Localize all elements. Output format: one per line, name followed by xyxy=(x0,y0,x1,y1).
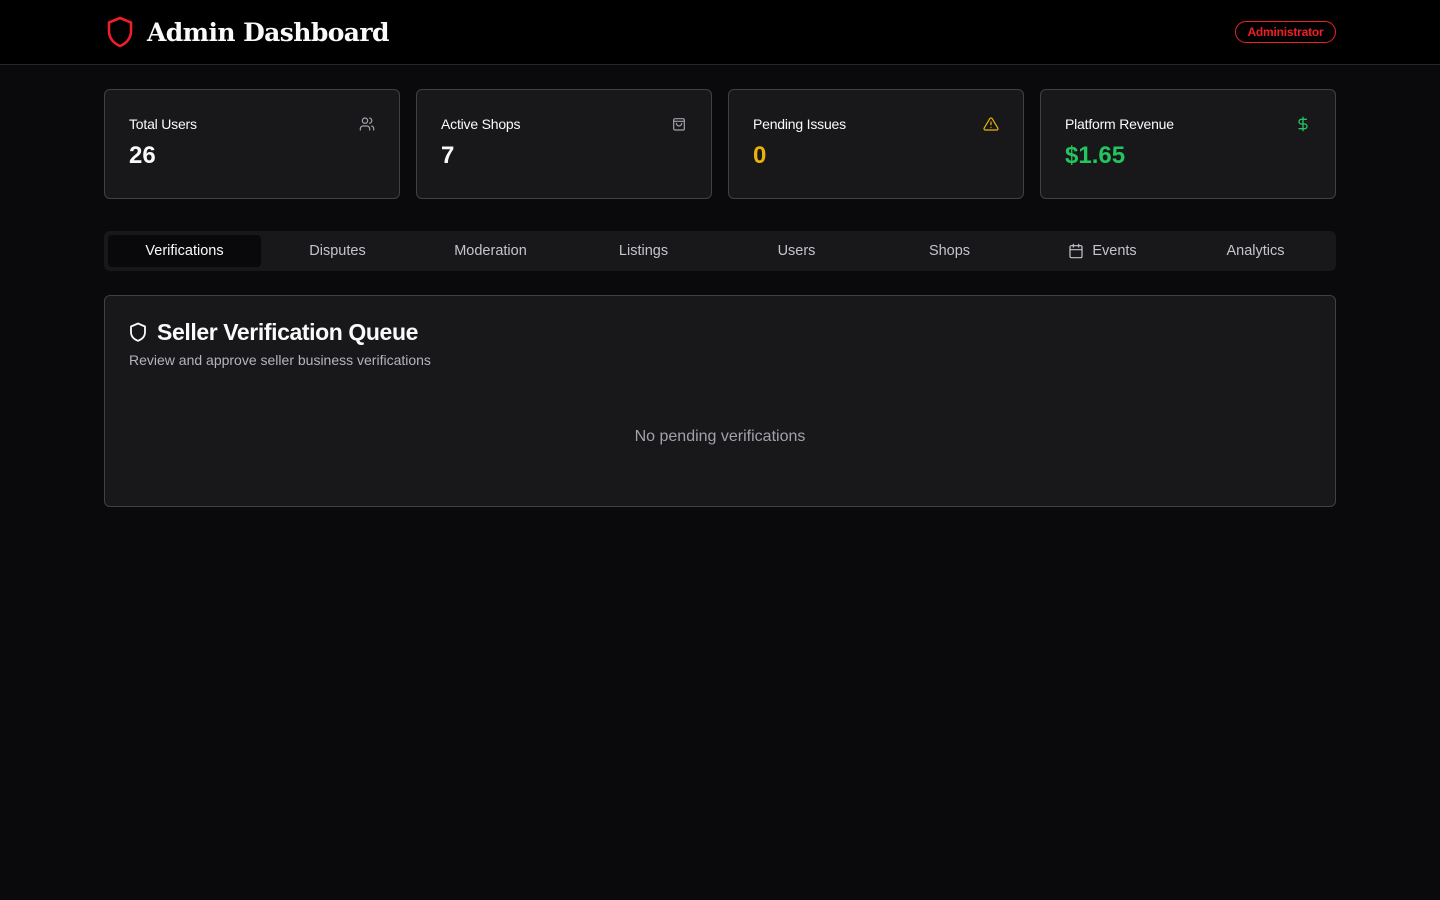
dollar-sign-icon xyxy=(1298,116,1308,132)
tab-label: Users xyxy=(777,243,816,259)
tab-users[interactable]: Users xyxy=(720,235,873,267)
stat-label: Total Users xyxy=(129,116,197,132)
tab-label: Disputes xyxy=(309,243,366,259)
tab-events[interactable]: Events xyxy=(1026,235,1179,267)
empty-state-message: No pending verifications xyxy=(634,428,806,445)
panel-header: Seller Verification Queue xyxy=(129,318,418,346)
tab-verifications[interactable]: Verifications xyxy=(108,235,261,267)
brand: Admin Dashboard xyxy=(106,16,389,48)
calendar-icon xyxy=(1069,243,1083,259)
tab-shops[interactable]: Shops xyxy=(873,235,1026,267)
alert-triangle-icon xyxy=(983,117,999,131)
tab-label: Moderation xyxy=(454,243,527,259)
tab-label: Shops xyxy=(928,243,971,259)
stat-value: 26 xyxy=(129,142,156,169)
tab-label: Listings xyxy=(618,243,669,259)
tab-analytics[interactable]: Analytics xyxy=(1179,235,1332,267)
stat-label: Active Shops xyxy=(441,116,521,132)
users-icon xyxy=(359,117,375,131)
top-bar: Admin Dashboard Administrator xyxy=(0,0,1440,65)
shield-icon xyxy=(107,16,133,48)
tab-label: Events xyxy=(1092,243,1137,259)
stat-card-platform-revenue: Platform Revenue $1.65 xyxy=(1040,89,1336,199)
stat-value: $1.65 xyxy=(1065,142,1126,169)
page-title: Admin Dashboard xyxy=(147,17,389,47)
stat-value: 0 xyxy=(753,142,767,169)
stat-label: Platform Revenue xyxy=(1065,116,1174,132)
tab-label: Analytics xyxy=(1226,243,1285,259)
tab-list: Verifications Disputes Moderation Listin… xyxy=(104,231,1336,271)
role-badge: Administrator xyxy=(1235,21,1336,43)
tab-moderation[interactable]: Moderation xyxy=(414,235,567,267)
stat-card-total-users: Total Users 26 xyxy=(104,89,400,199)
tab-disputes[interactable]: Disputes xyxy=(261,235,414,267)
tab-label: Verifications xyxy=(145,243,224,259)
shield-icon xyxy=(130,322,146,342)
verification-queue-panel: Seller Verification Queue Review and app… xyxy=(104,295,1336,507)
tab-listings[interactable]: Listings xyxy=(567,235,720,267)
stat-value: 7 xyxy=(441,142,455,169)
panel-subtitle: Review and approve seller business verif… xyxy=(129,352,431,368)
stat-card-active-shops: Active Shops 7 xyxy=(416,89,712,199)
shopping-bag-icon xyxy=(673,118,685,131)
stat-label: Pending Issues xyxy=(753,116,846,132)
panel-title: Seller Verification Queue xyxy=(157,318,418,345)
stat-card-pending-issues: Pending Issues 0 xyxy=(728,89,1024,199)
